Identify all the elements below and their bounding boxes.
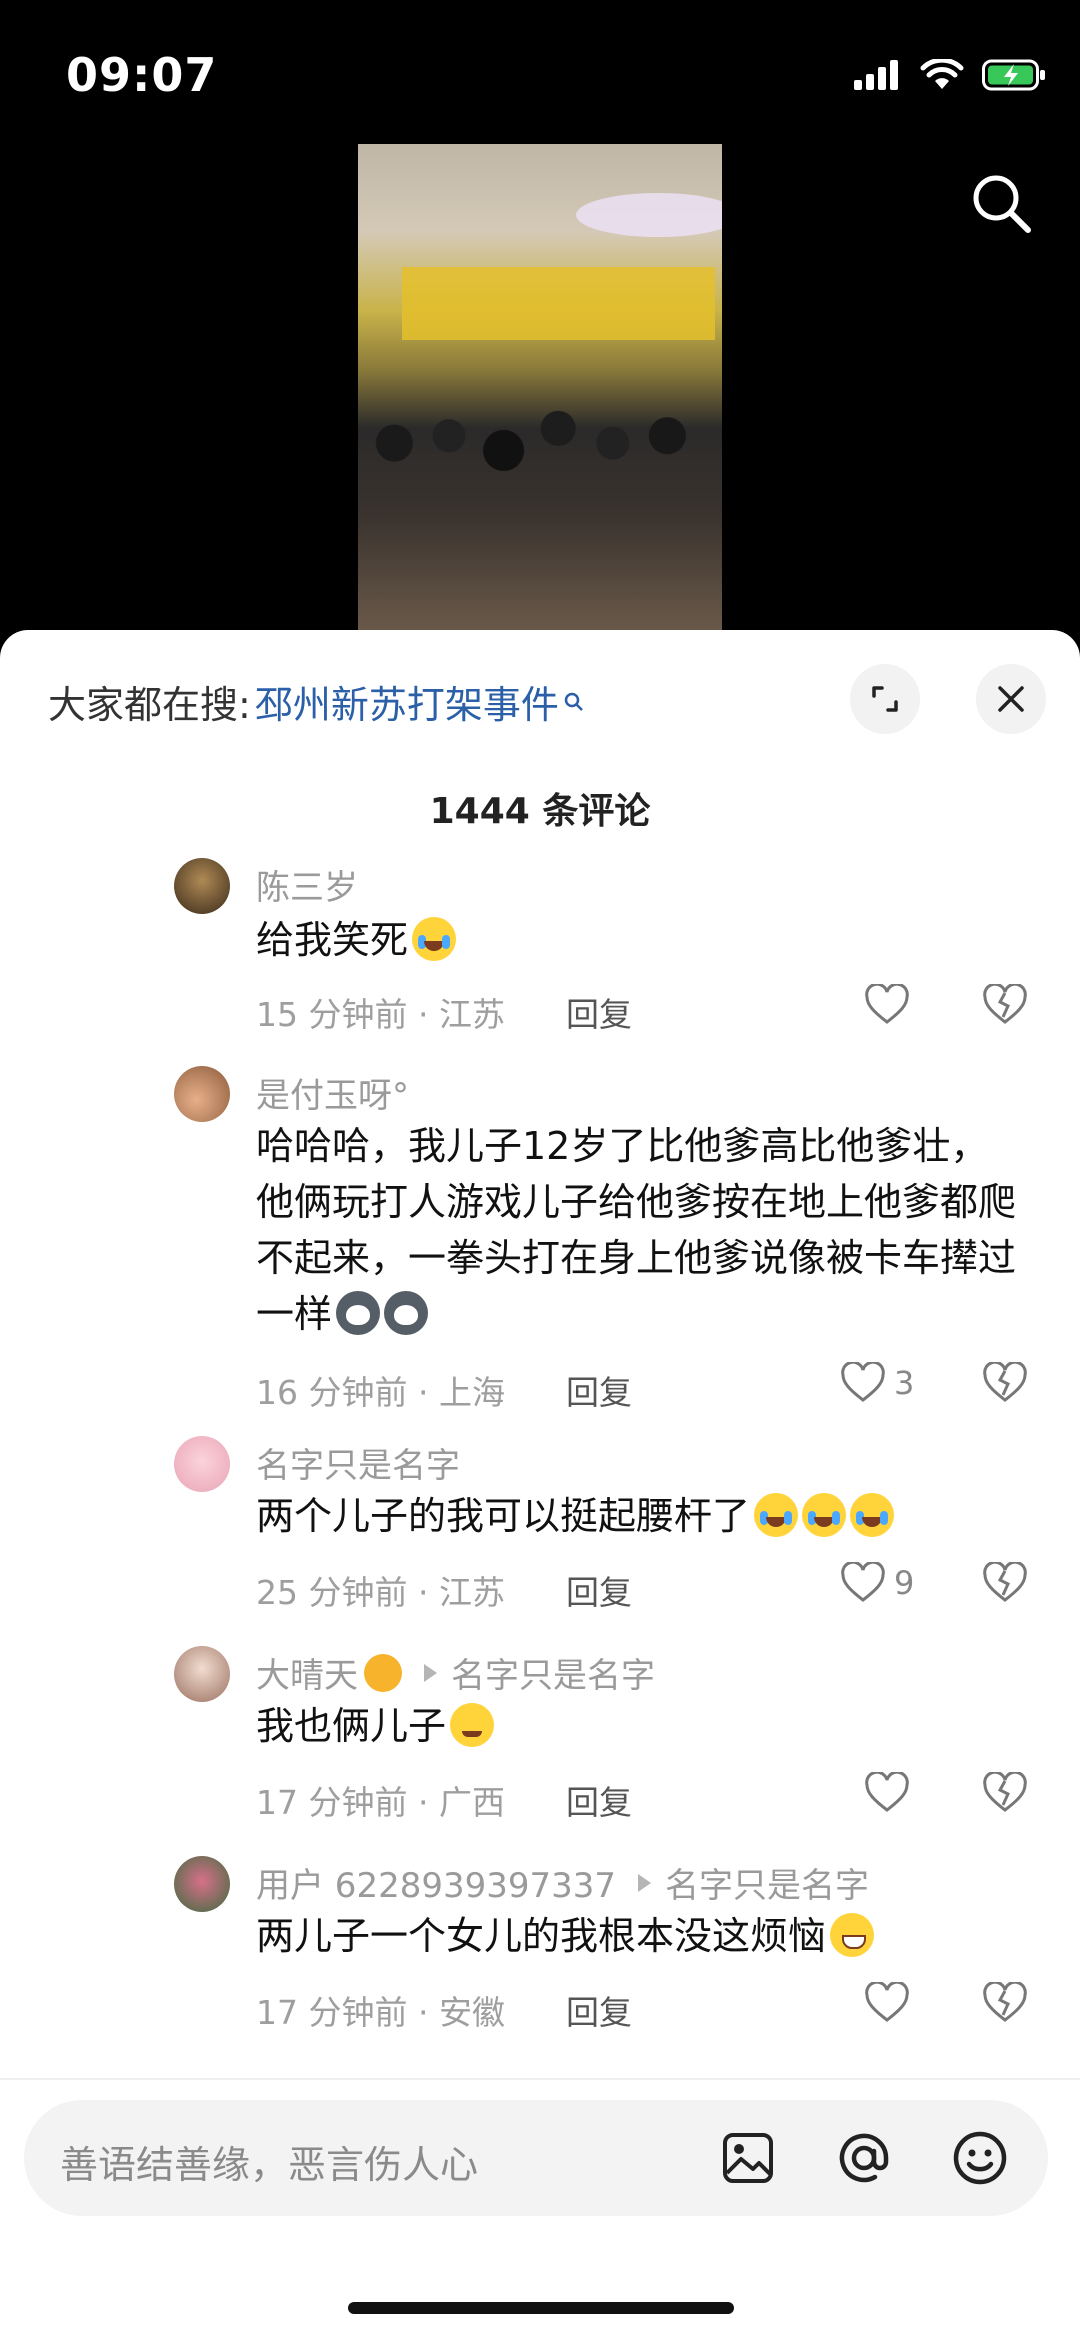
shop-banner: [401, 266, 715, 340]
broken-heart-icon[interactable]: [982, 984, 1028, 1026]
reply-button[interactable]: 回复: [566, 988, 632, 1036]
battery-icon: [982, 59, 1045, 91]
ceiling-light: [576, 193, 722, 238]
comment-input[interactable]: 善语结善缘，恶言伤人心: [60, 2134, 478, 2189]
search-suggestion-prefix: 大家都在搜:: [48, 683, 251, 727]
mention-button[interactable]: [830, 2124, 898, 2192]
top-search-icon[interactable]: [966, 168, 1036, 238]
status-icons: [854, 58, 1046, 92]
search-suggestion[interactable]: 大家都在搜: 邳州新苏打架事件: [48, 674, 585, 729]
avatar[interactable]: [174, 1066, 230, 1122]
broken-heart-icon[interactable]: [982, 1362, 1028, 1404]
comment-text: 两个儿子的我可以挺起腰杆了: [256, 1488, 1016, 1544]
heart-icon: [865, 1772, 909, 1812]
reply-arrow-icon: [638, 1873, 652, 1892]
image-icon: [723, 2133, 773, 2183]
broken-heart-icon[interactable]: [982, 1562, 1028, 1604]
wifi-icon: [920, 59, 964, 89]
comment-text: 给我笑死: [256, 912, 1016, 968]
comment-meta: 15 分钟前 · 江苏: [256, 995, 505, 1034]
comment-sheet: 大家都在搜: 邳州新苏打架事件 1444 条评论 陈三岁 给我笑死 15 分钟前…: [0, 630, 1080, 2336]
avatar[interactable]: [174, 858, 230, 914]
comment-author[interactable]: 陈三岁: [256, 860, 358, 909]
expand-icon: [872, 686, 898, 712]
reply-to[interactable]: 名字只是名字: [424, 1648, 655, 1697]
like-button[interactable]: 3: [840, 1362, 914, 1404]
crying-emoji: [802, 1493, 847, 1537]
broken-heart-icon[interactable]: [982, 1982, 1028, 2024]
like-button[interactable]: [864, 1772, 918, 1814]
comment-meta: 17 分钟前 · 广西: [256, 1783, 505, 1822]
comment-meta: 16 分钟前 · 上海: [256, 1373, 505, 1412]
comment-input-bar[interactable]: 善语结善缘，恶言伤人心: [24, 2100, 1048, 2216]
expand-button[interactable]: [850, 664, 920, 734]
heart-icon: [841, 1362, 885, 1402]
home-indicator: [348, 2302, 734, 2314]
grinning-emoji: [830, 1913, 875, 1957]
avatar[interactable]: [174, 1436, 230, 1492]
reply-button[interactable]: 回复: [566, 1366, 632, 1414]
comment-author[interactable]: 是付玉呀°: [256, 1068, 409, 1117]
video-thumbnail[interactable]: [358, 144, 722, 634]
reply-to[interactable]: 名字只是名字: [638, 1858, 869, 1907]
input-divider: [0, 2078, 1080, 2080]
comment-meta: 17 分钟前 · 安徽: [256, 1993, 505, 2032]
image-button[interactable]: [714, 2124, 782, 2192]
like-button[interactable]: [864, 984, 918, 1026]
avatar[interactable]: [174, 1856, 230, 1912]
heart-icon: [865, 1982, 909, 2022]
sun-emoji: [364, 1653, 402, 1692]
comment-author[interactable]: 名字只是名字: [256, 1438, 460, 1487]
comment-text: 我也俩儿子: [256, 1698, 1016, 1754]
like-count: 3: [894, 1364, 915, 1402]
crying-emoji: [850, 1493, 895, 1537]
search-suggestion-link[interactable]: 邳州新苏打架事件: [255, 674, 559, 729]
dog-emoji: [384, 1291, 429, 1335]
comment-author[interactable]: 用户 6228939397337 名字只是名字: [256, 1858, 869, 1907]
close-button[interactable]: [976, 664, 1046, 734]
mini-search-icon: [564, 692, 583, 711]
crowd-figures: [358, 398, 722, 546]
reply-button[interactable]: 回复: [566, 1986, 632, 2034]
emoji-icon: [953, 2131, 1007, 2185]
reply-button[interactable]: 回复: [566, 1776, 632, 1824]
laughing-crying-emoji: [412, 917, 457, 961]
status-bar: 09:07: [0, 0, 1080, 150]
reply-arrow-icon: [424, 1663, 437, 1682]
like-count: 9: [894, 1564, 915, 1602]
comment-meta: 25 分钟前 · 江苏: [256, 1573, 505, 1612]
avatar[interactable]: [174, 1646, 230, 1702]
heart-icon: [841, 1562, 885, 1602]
like-button[interactable]: 9: [840, 1562, 914, 1604]
like-button[interactable]: [864, 1982, 918, 2024]
comment-author[interactable]: 大晴天 名字只是名字: [256, 1648, 655, 1697]
comment-text: 两儿子一个女儿的我根本没这烦恼: [256, 1908, 1016, 1964]
emoji-button[interactable]: [946, 2124, 1014, 2192]
broken-heart-icon[interactable]: [982, 1772, 1028, 1814]
comment-text: 哈哈哈，我儿子12岁了比他爹高比他爹壮，他俩玩打人游戏儿子给他爹按在地上他爹都爬…: [256, 1124, 1017, 1336]
reply-button[interactable]: 回复: [566, 1566, 632, 1614]
close-icon: [998, 686, 1024, 712]
dog-emoji: [336, 1291, 381, 1335]
comment-count: 1444 条评论: [429, 791, 651, 832]
pleading-emoji: [450, 1703, 495, 1747]
status-time: 09:07: [66, 48, 218, 102]
crying-emoji: [754, 1493, 799, 1537]
signal-icon: [854, 60, 898, 90]
at-icon: [839, 2133, 889, 2183]
heart-icon: [865, 984, 909, 1024]
